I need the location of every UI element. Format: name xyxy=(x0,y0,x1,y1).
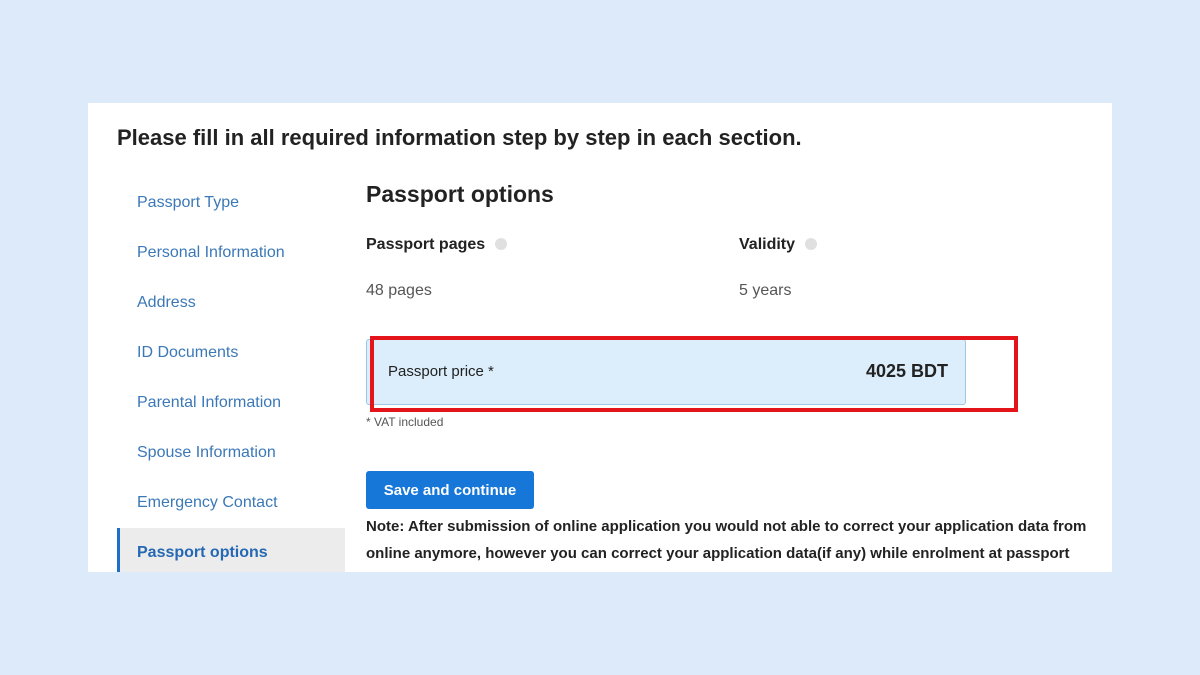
validity-label: Validity xyxy=(739,236,796,253)
application-panel: Please fill in all required information … xyxy=(88,103,1112,572)
passport-pages-value: 48 pages xyxy=(366,282,432,299)
sidebar-item-passport-options[interactable]: Passport options xyxy=(117,528,345,572)
sidebar-item-address[interactable]: Address xyxy=(117,278,345,328)
main-content: Passport options Passport pages 48 pages… xyxy=(366,181,1086,562)
sidebar-item-spouse-information[interactable]: Spouse Information xyxy=(117,428,345,478)
sidebar-item-parental-information[interactable]: Parental Information xyxy=(117,378,345,428)
help-icon[interactable] xyxy=(495,238,508,250)
vat-note: * VAT included xyxy=(366,415,444,429)
page-title: Passport options xyxy=(366,181,554,207)
save-and-continue-button[interactable]: Save and continue xyxy=(366,471,534,509)
sidebar: Passport Type Personal Information Addre… xyxy=(117,178,345,572)
sidebar-item-emergency-contact[interactable]: Emergency Contact xyxy=(117,478,345,528)
validity-field: Validity 5 years xyxy=(739,236,818,299)
passport-pages-label: Passport pages xyxy=(366,236,486,253)
sidebar-item-personal-information[interactable]: Personal Information xyxy=(117,228,345,278)
instruction-heading: Please fill in all required information … xyxy=(117,125,802,150)
submission-note: Note: After submission of online applica… xyxy=(366,518,1087,562)
passport-pages-field: Passport pages 48 pages xyxy=(366,236,508,299)
sidebar-item-passport-type[interactable]: Passport Type xyxy=(117,178,345,228)
sidebar-item-id-documents[interactable]: ID Documents xyxy=(117,328,345,378)
help-icon[interactable] xyxy=(805,238,818,250)
validity-value: 5 years xyxy=(739,282,792,299)
highlight-annotation xyxy=(370,336,1018,412)
